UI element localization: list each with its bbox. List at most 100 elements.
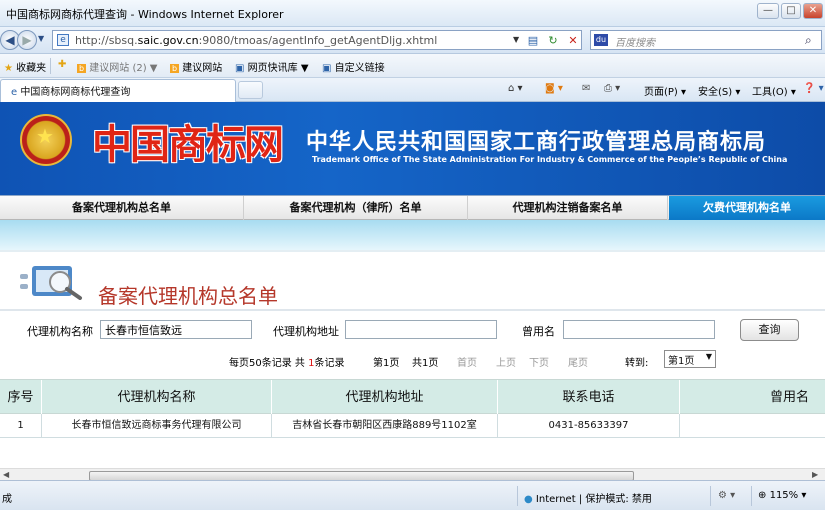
- forward-icon[interactable]: ▶: [17, 30, 37, 50]
- menu-item-all-agencies[interactable]: 备案代理机构总名单: [0, 196, 244, 221]
- status-divider: [751, 486, 752, 506]
- safety-menu[interactable]: 安全(S) ▾: [698, 83, 740, 98]
- pager-last[interactable]: 尾页: [568, 354, 588, 369]
- query-button[interactable]: 查询: [740, 319, 799, 341]
- column-header-phone: 联系电话: [498, 380, 680, 415]
- globe-icon: ●: [524, 494, 533, 505]
- table-row[interactable]: 1 长春市恒信致远商标事务代理有限公司 吉林省长春市朝阳区西康路889号1102…: [0, 414, 825, 438]
- page-icon: e: [57, 34, 69, 46]
- tab-active[interactable]: e 中国商标网商标代理查询: [0, 79, 236, 102]
- site-banner: ★ 中国商标网 中华人民共和国国家工商行政管理总局商标局 Trademark O…: [0, 102, 825, 195]
- new-tab-button[interactable]: [238, 81, 263, 99]
- page-menu[interactable]: 页面(P) ▾: [644, 83, 686, 98]
- horizontal-scrollbar[interactable]: ◀ ▶: [0, 468, 825, 480]
- column-header-index: 序号: [0, 380, 42, 415]
- cell-phone: 0431-85633397: [498, 414, 680, 438]
- header-stripe: [0, 220, 825, 250]
- title-underline: [0, 309, 825, 311]
- fav-item-suggested-sites-2[interactable]: b 建议网站: [170, 59, 222, 74]
- agency-name-label: 代理机构名称: [27, 325, 93, 338]
- national-emblem-icon: ★: [20, 114, 72, 166]
- cell-agency-name: 长春市恒信致远商标事务代理有限公司: [42, 414, 272, 438]
- navigation-bar: ◀ ▶ ▼ e http://sbsq.saic.gov.cn:9080/tmo…: [0, 27, 825, 54]
- former-name-label: 曾用名: [522, 325, 555, 338]
- menu-item-law-firms[interactable]: 备案代理机构（律所）名单: [244, 196, 468, 221]
- menu-item-arrears[interactable]: 欠费代理机构名单: [669, 196, 825, 221]
- status-divider: [517, 486, 518, 506]
- divider: [0, 250, 825, 252]
- pager-prev[interactable]: 上页: [496, 354, 516, 369]
- banner-title: 中华人民共和国国家工商行政管理总局商标局: [306, 130, 767, 155]
- maximize-button[interactable]: □: [781, 3, 801, 19]
- fav-item-custom-links[interactable]: ▣ 自定义链接: [322, 59, 385, 74]
- status-text: 成: [2, 494, 12, 505]
- banner-subtitle: Trademark Office of The State Administra…: [312, 155, 788, 164]
- pager-next[interactable]: 下页: [529, 354, 549, 369]
- minimize-button[interactable]: —: [757, 3, 779, 19]
- favorites-button[interactable]: ★ 收藏夹: [4, 59, 46, 74]
- compatibility-icon[interactable]: ▤: [525, 34, 541, 48]
- accessibility-icon[interactable]: ⚙ ▾: [718, 490, 735, 501]
- favorites-bar: ★ 收藏夹 ✚ b 建议网站 (2) ▼ b 建议网站 ▣ 网页快讯库 ▼ ▣ …: [0, 54, 825, 78]
- pager-goto-label: 转到:: [625, 358, 649, 369]
- bing-icon: b: [77, 64, 87, 73]
- status-divider: [710, 486, 711, 506]
- document-magnifier-icon: [20, 266, 82, 300]
- zoom-level[interactable]: ⊕ 115% ▾: [758, 490, 806, 501]
- feeds-icon[interactable]: ◙ ▾: [545, 83, 563, 94]
- cell-agency-address: 吉林省长春市朝阳区西康路889号1102室: [272, 414, 498, 438]
- web-slice-icon: ▣: [235, 63, 245, 74]
- help-icon[interactable]: ❓ ▾: [803, 83, 824, 94]
- baidu-icon: du: [594, 34, 608, 46]
- zoom-icon: ⊕: [758, 490, 767, 501]
- address-url: http://sbsq.saic.gov.cn:9080/tmoas/agent…: [75, 34, 438, 47]
- page-title: 备案代理机构总名单: [98, 284, 278, 308]
- column-header-former-name: 曾用名: [680, 380, 825, 415]
- link-icon: ▣: [322, 63, 332, 74]
- close-window-button[interactable]: ✕: [803, 3, 823, 19]
- tools-menu[interactable]: 工具(O) ▾: [752, 83, 796, 98]
- refresh-icon[interactable]: ↻: [545, 34, 561, 48]
- column-header-name: 代理机构名称: [42, 380, 272, 415]
- star-icon: ★: [4, 63, 13, 74]
- menu-item-cancelled[interactable]: 代理机构注销备案名单: [468, 196, 668, 221]
- add-favorite-icon[interactable]: ✚: [58, 59, 66, 70]
- bing-icon: b: [170, 64, 180, 73]
- scroll-left-icon[interactable]: ◀: [3, 470, 9, 479]
- agency-address-input[interactable]: [345, 320, 497, 339]
- pager-goto-select[interactable]: 第1页 ▼: [664, 350, 716, 368]
- window-title: 中国商标网商标代理查询 - Windows Internet Explorer: [6, 8, 284, 21]
- results-table-header: 序号 代理机构名称 代理机构地址 联系电话 曾用名: [0, 379, 825, 415]
- address-dropdown-icon[interactable]: ▼: [513, 35, 519, 44]
- search-input[interactable]: 百度搜索: [615, 34, 655, 49]
- print-icon[interactable]: ⎙ ▾: [604, 83, 620, 94]
- agency-address-label: 代理机构地址: [273, 325, 339, 338]
- pager-first[interactable]: 首页: [457, 354, 477, 369]
- address-bar[interactable]: e http://sbsq.saic.gov.cn:9080/tmoas/age…: [52, 30, 582, 50]
- agency-name-input[interactable]: [100, 320, 252, 339]
- status-bar: 成 ● Internet | 保护模式: 禁用 ⚙ ▾ ⊕ 115% ▾: [0, 480, 825, 510]
- former-name-input[interactable]: [563, 320, 715, 339]
- history-dropdown-icon[interactable]: ▼: [38, 34, 44, 43]
- cell-index: 1: [0, 414, 42, 438]
- security-zone[interactable]: ● Internet | 保护模式: 禁用: [524, 490, 652, 505]
- stop-icon[interactable]: ✕: [565, 34, 581, 48]
- pager-total-pages: 共1页: [412, 358, 439, 369]
- scroll-right-icon[interactable]: ▶: [812, 470, 818, 479]
- pager-current: 第1页: [373, 358, 400, 369]
- fav-item-suggested-sites-1[interactable]: b 建议网站 (2) ▼: [77, 59, 157, 74]
- mail-icon[interactable]: ✉: [582, 83, 590, 94]
- cell-former-name: [680, 414, 825, 438]
- scrollbar-thumb[interactable]: [89, 471, 634, 480]
- site-menu: 备案代理机构总名单 备案代理机构（律所）名单 代理机构注销备案名单 欠费代理机构…: [0, 195, 825, 221]
- site-logo[interactable]: 中国商标网: [92, 112, 284, 170]
- home-icon[interactable]: ⌂ ▾: [508, 83, 523, 94]
- window-title-bar: 中国商标网商标代理查询 - Windows Internet Explorer …: [0, 0, 825, 27]
- fav-item-web-slice[interactable]: ▣ 网页快讯库 ▼: [235, 59, 309, 74]
- chevron-down-icon: ▼: [705, 352, 712, 361]
- tab-bar: e 中国商标网商标代理查询 ⌂ ▾ ◙ ▾ ✉ ⎙ ▾ 页面(P) ▾ 安全(S…: [0, 78, 825, 102]
- pager-summary: 每页50条记录 共 1条记录: [229, 358, 345, 369]
- search-box[interactable]: du 百度搜索 ⌕: [590, 30, 822, 50]
- search-icon[interactable]: ⌕: [805, 33, 812, 48]
- column-header-address: 代理机构地址: [272, 380, 498, 415]
